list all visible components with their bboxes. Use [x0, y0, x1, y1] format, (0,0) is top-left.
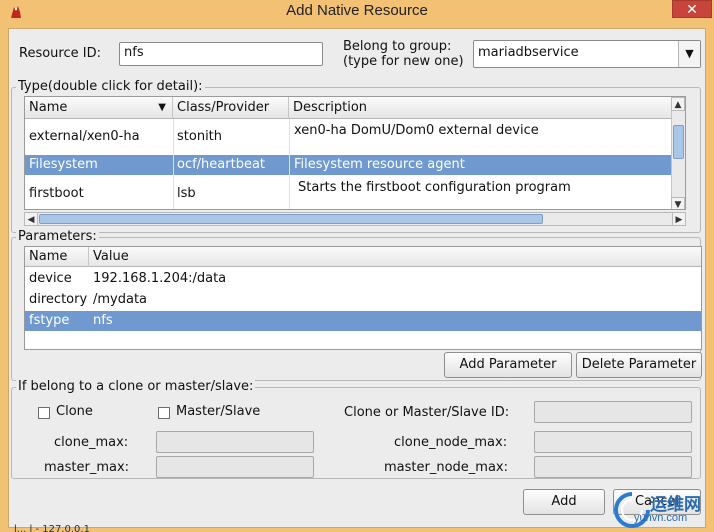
- watermark-url: yunvn.com: [634, 512, 688, 524]
- type-table: Name ▼ Class/Provider Description extern…: [24, 96, 686, 210]
- resource-id-label: Resource ID:: [19, 46, 101, 61]
- clone-checkbox[interactable]: [38, 407, 50, 419]
- master-node-max-label: master_node_max:: [384, 460, 508, 475]
- master-slave-label: Master/Slave: [176, 404, 261, 419]
- table-row[interactable]: device 192.168.1.204:/data: [25, 269, 701, 289]
- table-row-selected[interactable]: Filesystem ocf/heartbeat Filesystem reso…: [25, 155, 685, 175]
- table-row-selected[interactable]: fstype nfs: [25, 311, 701, 331]
- group-label-line1: Belong to group:: [343, 39, 452, 54]
- parameters-group: Parameters: Name Value device 192.168.1.…: [11, 229, 702, 381]
- window-title: Add Native Resource: [286, 2, 428, 19]
- table-row[interactable]: directory /mydata: [25, 290, 701, 310]
- table-row[interactable]: external/xen0-ha stonith xen0-ha DomU/Do…: [25, 120, 685, 154]
- scroll-left-icon[interactable]: ◀: [24, 212, 38, 226]
- param-name-header[interactable]: Name: [25, 247, 89, 267]
- background-peek-text: l... l - 127.0.0.1: [14, 524, 90, 532]
- column-description-header[interactable]: Description: [289, 97, 685, 119]
- title-bar[interactable]: Add Native Resource ✕: [0, 0, 714, 24]
- column-name-header[interactable]: Name ▼: [25, 97, 173, 119]
- type-vertical-scrollbar[interactable]: ▲ ▼: [671, 97, 685, 209]
- group-value: mariadbservice: [478, 45, 579, 60]
- parameters-table: Name Value device 192.168.1.204:/data di…: [24, 246, 702, 350]
- type-table-header: Name ▼ Class/Provider Description: [25, 97, 685, 119]
- type-group-title: Type(double click for detail):: [16, 79, 205, 94]
- master-slave-checkbox[interactable]: [158, 407, 170, 419]
- swirl-logo-icon: [614, 492, 650, 528]
- dialog-body: Resource ID: nfs Belong to group: (type …: [8, 28, 706, 528]
- chevron-down-icon[interactable]: ▼: [678, 41, 700, 67]
- clone-max-label: clone_max:: [54, 435, 129, 450]
- clone-label: Clone: [56, 404, 93, 419]
- add-parameter-button[interactable]: Add Parameter: [444, 352, 572, 378]
- parameters-table-header: Name Value: [25, 247, 701, 267]
- resource-id-input[interactable]: nfs: [119, 42, 323, 66]
- sort-chevron-icon: ▼: [158, 102, 166, 113]
- clone-group-title: If belong to a clone or master/slave:: [16, 379, 256, 394]
- clone-group: If belong to a clone or master/slave: Cl…: [11, 379, 701, 479]
- clone-max-input[interactable]: [156, 431, 314, 453]
- scroll-right-icon[interactable]: ▶: [672, 212, 686, 226]
- clone-id-input[interactable]: [534, 401, 692, 423]
- group-combobox[interactable]: mariadbservice ▼: [473, 40, 701, 68]
- dialog-window: Add Native Resource ✕ Resource ID: nfs B…: [0, 0, 714, 532]
- scroll-up-icon[interactable]: ▲: [671, 97, 685, 111]
- close-button[interactable]: ✕: [672, 0, 712, 18]
- column-provider-header[interactable]: Class/Provider: [173, 97, 289, 119]
- scroll-thumb[interactable]: [673, 125, 684, 159]
- watermark-logo: 运维网 yunvn.com: [606, 488, 714, 532]
- parameters-group-title: Parameters:: [16, 229, 99, 244]
- column-divider: [289, 119, 290, 209]
- master-max-input[interactable]: [156, 456, 314, 478]
- type-group: Type(double click for detail): Name ▼ Cl…: [11, 79, 701, 233]
- column-divider: [173, 119, 174, 209]
- clone-node-max-label: clone_node_max:: [394, 435, 508, 450]
- delete-parameter-button[interactable]: Delete Parameter: [576, 352, 702, 378]
- master-node-max-input[interactable]: [534, 456, 692, 478]
- table-row[interactable]: firstboot lsb Starts the firstboot confi…: [25, 176, 685, 209]
- type-horizontal-scrollbar[interactable]: ◀ ▶: [24, 212, 686, 226]
- param-value-header[interactable]: Value: [89, 247, 701, 267]
- clone-id-label: Clone or Master/Slave ID:: [344, 405, 510, 420]
- add-button[interactable]: Add: [523, 489, 605, 515]
- scroll-down-icon[interactable]: ▼: [671, 197, 685, 209]
- master-max-label: master_max:: [44, 460, 130, 475]
- clone-node-max-input[interactable]: [534, 431, 692, 453]
- resource-id-value: nfs: [124, 45, 144, 60]
- scroll-thumb[interactable]: [39, 214, 543, 224]
- group-label-line2: (type for new one): [343, 54, 464, 69]
